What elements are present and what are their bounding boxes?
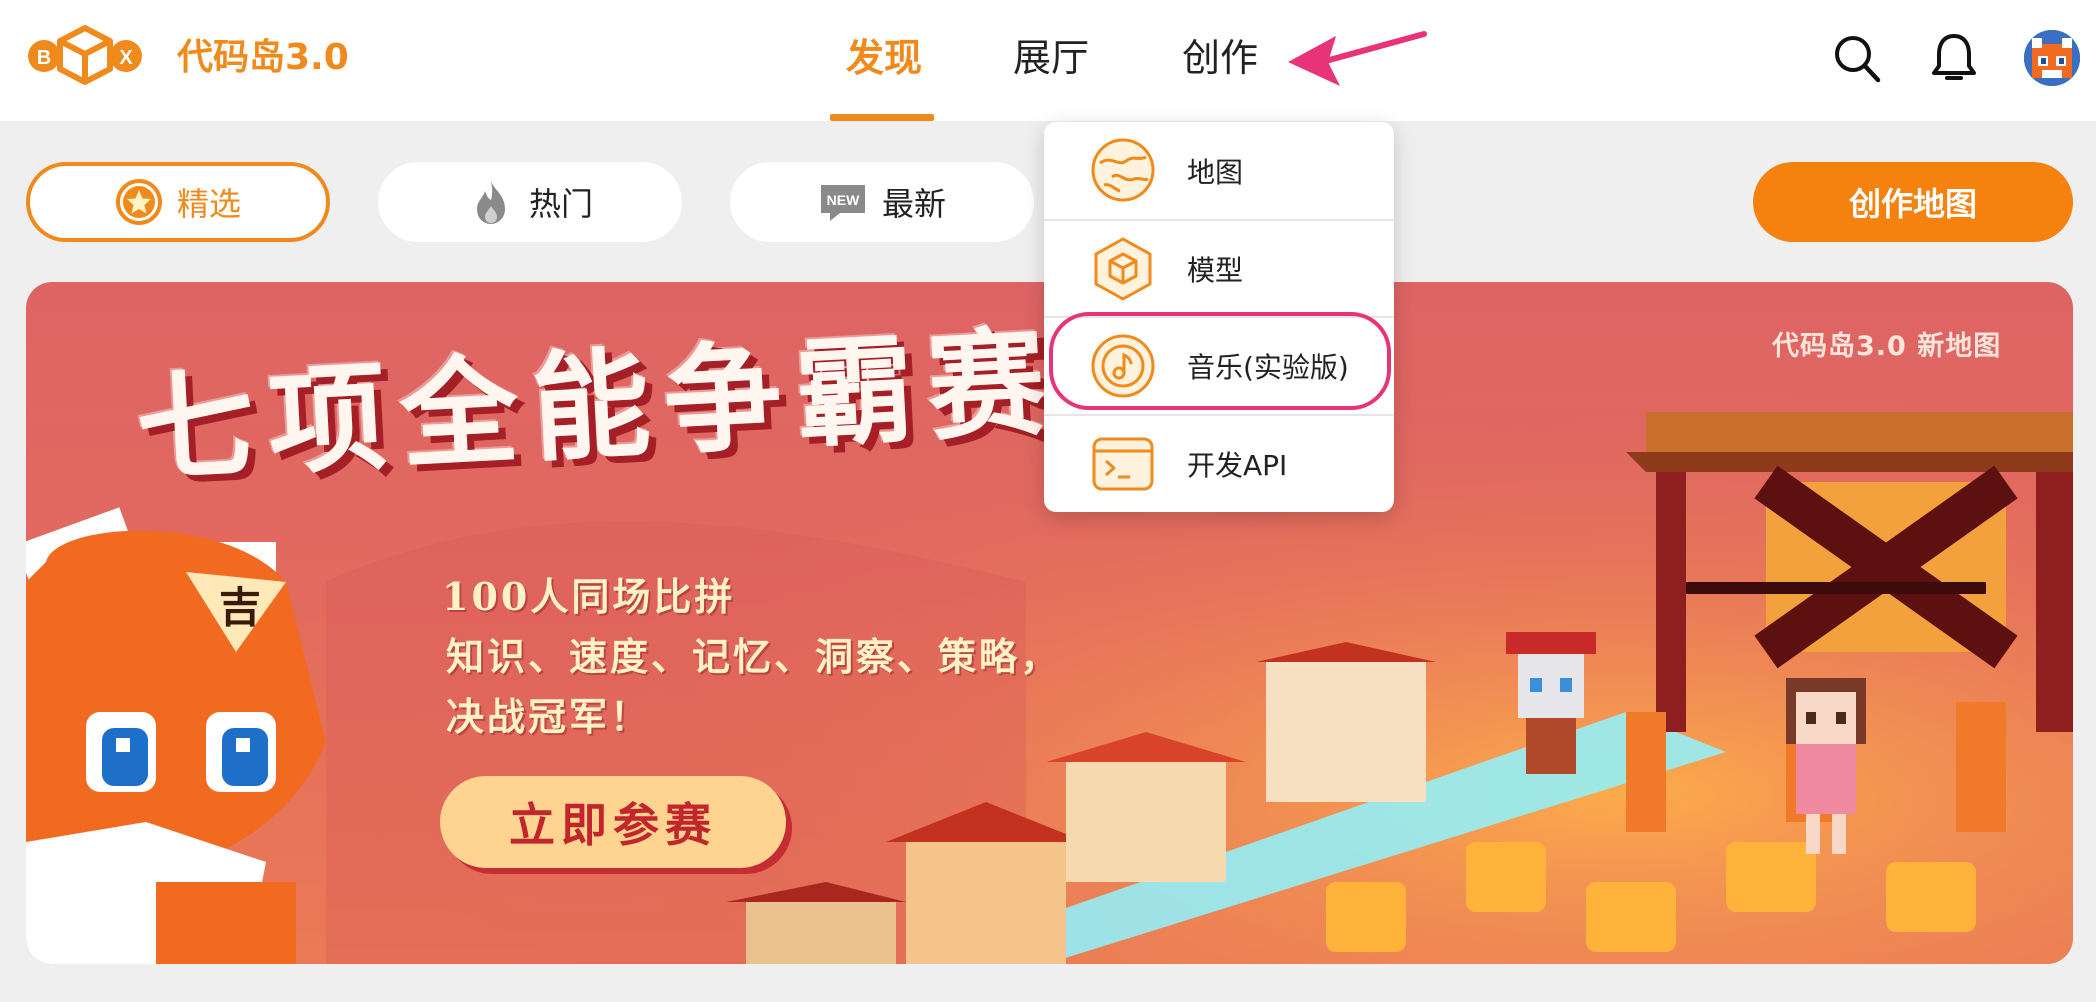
filter-featured-label: 精选 <box>176 185 241 223</box>
banner-subtitle-3: 决战冠军！ <box>446 694 652 739</box>
menu-item-music-label: 音乐(实验版) <box>1187 350 1349 384</box>
new-badge-icon: NEW <box>820 185 865 221</box>
filter-newest[interactable]: NEW 最新 <box>730 162 1034 242</box>
menu-item-dev-api[interactable]: 开发API <box>1044 414 1394 511</box>
filter-hot-label: 热门 <box>528 185 593 223</box>
box-logo-icon[interactable]: B X <box>28 24 142 88</box>
top-header: B X 代码岛3.0 发现 展厅 创作 <box>0 0 2096 121</box>
active-tab-indicator <box>830 114 934 121</box>
nav-tab-gallery[interactable]: 展厅 <box>1013 34 1089 82</box>
user-avatar[interactable] <box>2024 30 2080 86</box>
svg-text:吉: 吉 <box>219 583 261 632</box>
new-badge-text: NEW <box>827 192 860 208</box>
nav-tab-create[interactable]: 创作 <box>1182 34 1258 82</box>
annotation-arrow-icon <box>1288 31 1427 86</box>
bell-icon[interactable] <box>1929 32 1979 84</box>
create-dropdown-menu: 地图 模型 音乐(实验版) 开发API <box>1044 122 1394 512</box>
terminal-icon <box>1092 437 1154 491</box>
cube-icon <box>1094 237 1152 301</box>
banner-subtitle-1: 100人同场比拼 <box>442 574 736 619</box>
menu-item-map-label: 地图 <box>1187 155 1244 189</box>
map-icon <box>1091 138 1155 202</box>
search-icon[interactable] <box>1832 32 1882 84</box>
logo-letter-x: X <box>119 47 133 69</box>
menu-item-dev-api-label: 开发API <box>1187 448 1288 482</box>
menu-item-music[interactable]: 音乐(实验版) <box>1044 316 1394 413</box>
flame-icon <box>476 181 505 224</box>
banner-tag: 代码岛3.0 新地图 <box>1772 331 2002 362</box>
avatar-image <box>2024 30 2080 86</box>
create-map-button[interactable]: 创作地图 <box>1753 162 2073 242</box>
menu-item-map[interactable]: 地图 <box>1044 122 1394 219</box>
join-now-button[interactable]: 立即参赛 <box>440 776 786 868</box>
music-note-icon <box>1091 334 1155 398</box>
app-title[interactable]: 代码岛3.0 <box>177 36 349 80</box>
banner-subtitle-2: 知识、速度、记忆、洞察、策略， <box>446 634 1062 679</box>
filter-featured[interactable]: 精选 <box>26 162 330 242</box>
filter-newest-label: 最新 <box>881 185 946 223</box>
logo-letter-b: B <box>37 47 51 69</box>
star-badge-icon <box>115 179 162 225</box>
menu-item-model[interactable]: 模型 <box>1044 219 1394 316</box>
menu-item-model-label: 模型 <box>1187 253 1244 287</box>
nav-tab-discover[interactable]: 发现 <box>846 34 922 82</box>
filter-hot[interactable]: 热门 <box>378 162 682 242</box>
